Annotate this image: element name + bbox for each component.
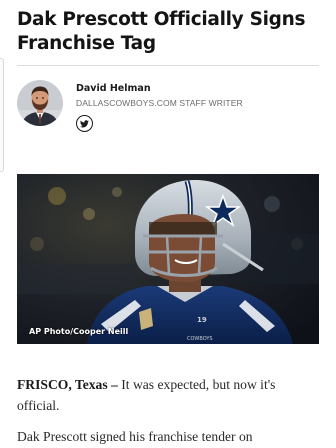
author-name[interactable]: David Helman (76, 83, 151, 94)
author-title: DALLASCOWBOYS.COM STAFF WRITER (76, 98, 243, 108)
article-hero-image[interactable]: 19 COWBOYS AP Photo/Cooper Neill (17, 174, 319, 344)
side-panel-edge[interactable] (0, 58, 4, 172)
twitter-button[interactable] (76, 115, 93, 132)
dateline: FRISCO, Texas – (17, 377, 118, 392)
svg-text:COWBOYS: COWBOYS (187, 336, 213, 342)
photo-credit: AP Photo/Cooper Neill (29, 327, 129, 336)
headline-divider (17, 65, 319, 66)
hero-photo: 19 COWBOYS (17, 174, 319, 344)
author-avatar[interactable] (17, 80, 63, 126)
svg-text:19: 19 (197, 316, 207, 324)
article-headline: Dak Prescott Officially Signs Franchise … (17, 9, 306, 54)
twitter-icon (80, 119, 89, 127)
article-paragraph-2: Dak Prescott signed his franchise tender… (17, 429, 253, 444)
author-avatar-image (17, 80, 63, 126)
article-paragraph-1: FRISCO, Texas – It was expected, but now… (17, 374, 317, 416)
